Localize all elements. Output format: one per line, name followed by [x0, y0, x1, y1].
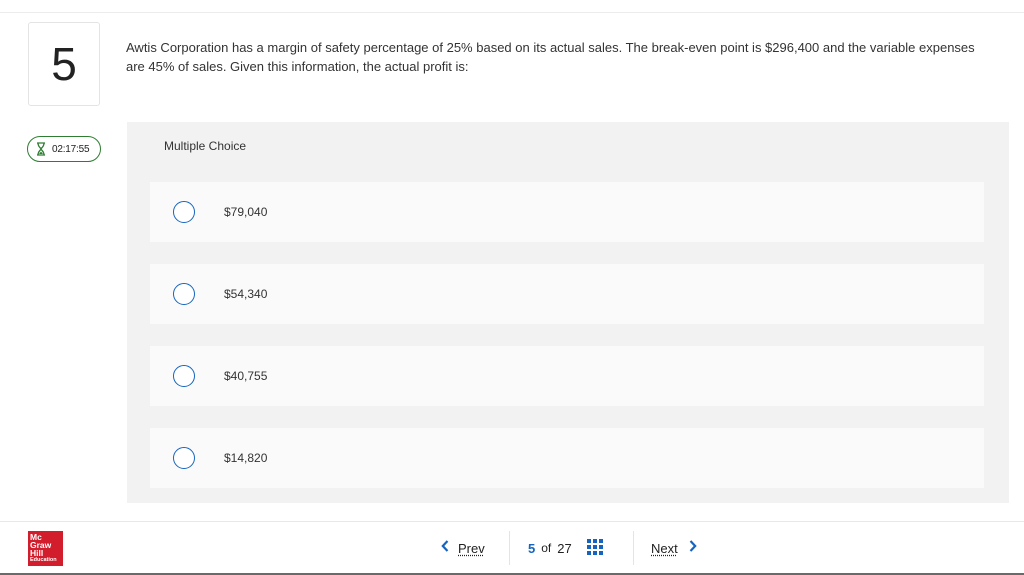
- radio-button[interactable]: [173, 447, 195, 469]
- radio-button[interactable]: [173, 365, 195, 387]
- grid-icon[interactable]: [586, 538, 603, 558]
- answer-option-label: $14,820: [224, 451, 268, 465]
- hourglass-icon: [36, 142, 46, 156]
- logo-line: Education: [30, 557, 57, 563]
- top-divider: [0, 12, 1024, 13]
- logo-line: Hill: [30, 548, 44, 558]
- timer-badge[interactable]: 02:17:55: [27, 136, 101, 162]
- answer-option-label: $54,340: [224, 287, 268, 301]
- footer-divider: [0, 521, 1024, 522]
- radio-button[interactable]: [173, 283, 195, 305]
- chevron-right-icon: [689, 539, 697, 557]
- question-text: Awtis Corporation has a margin of safety…: [126, 40, 975, 74]
- total-pages: 27: [557, 540, 572, 556]
- answer-option-label: $79,040: [224, 205, 268, 219]
- prev-label: Prev: [458, 540, 485, 556]
- mcgraw-hill-logo: Mc Graw Hill Education: [28, 531, 63, 566]
- next-label: Next: [651, 540, 678, 556]
- multiple-choice-panel: Multiple Choice $79,040 $54,340 $40,755 …: [127, 122, 1009, 503]
- page: 5 Awtis Corporation has a margin of safe…: [0, 0, 1024, 575]
- next-button[interactable]: Next: [633, 531, 718, 565]
- chevron-left-icon: [441, 539, 449, 557]
- answer-option[interactable]: $40,755: [150, 346, 984, 406]
- current-page: 5: [528, 540, 536, 556]
- answer-option-label: $40,755: [224, 369, 268, 383]
- radio-button[interactable]: [173, 201, 195, 223]
- timer-value: 02:17:55: [52, 143, 90, 155]
- answer-option[interactable]: $14,820: [150, 428, 984, 488]
- answer-option[interactable]: $79,040: [150, 182, 984, 242]
- answer-option[interactable]: $54,340: [150, 264, 984, 324]
- question-number: 5: [28, 22, 100, 106]
- prev-button[interactable]: Prev: [431, 531, 510, 565]
- of-label: of: [541, 541, 552, 555]
- multiple-choice-label: Multiple Choice: [164, 139, 247, 153]
- page-indicator: 5 of 27: [528, 531, 603, 565]
